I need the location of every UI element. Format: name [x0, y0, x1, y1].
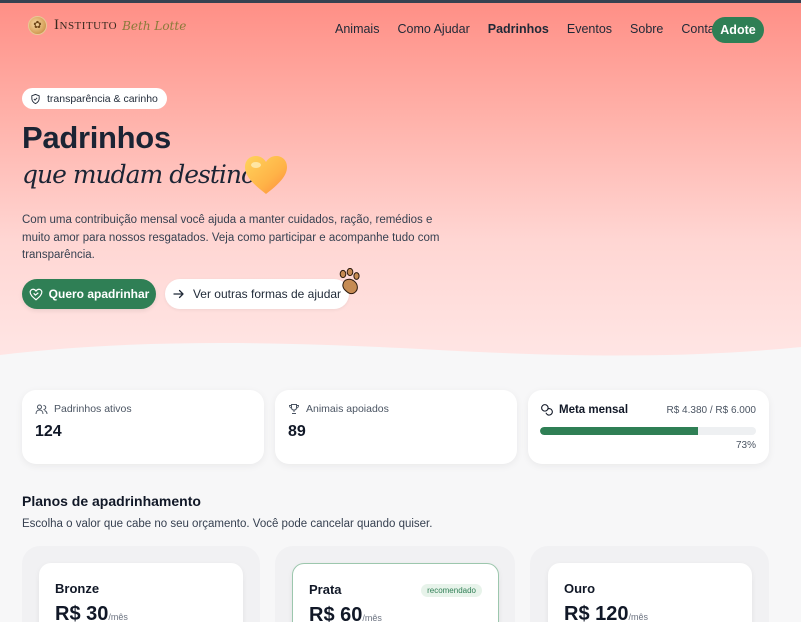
brand-emblem-icon: ✿: [28, 16, 47, 35]
plan-price-period: /mês: [362, 613, 382, 622]
nav-links: Animais Como Ajudar Padrinhos Eventos So…: [335, 22, 743, 36]
trophy-icon: [288, 404, 300, 414]
plan-price-value: R$ 30: [55, 603, 109, 622]
page-title: Padrinhos: [22, 120, 171, 155]
plan-name: Prata: [309, 582, 342, 597]
brand-name-script: Beth Lotte: [122, 18, 187, 33]
meta-label: Meta mensal: [559, 403, 629, 416]
hero-wave-divider: [0, 343, 801, 368]
pill-label: transparência & carinho: [47, 92, 158, 105]
quero-apadrinhar-button[interactable]: Quero apadrinhar: [22, 279, 156, 309]
transparency-pill: transparência & carinho: [22, 88, 167, 109]
stat-padrinhos-value: 124: [35, 423, 62, 440]
stat-card-padrinhos: Padrinhos ativos 124: [22, 390, 264, 464]
plan-price: R$ 60/mês: [309, 604, 382, 622]
stat-animais-value: 89: [288, 423, 306, 440]
heart-icon: [245, 156, 287, 194]
stat-card-animais: Animais apoiados 89: [275, 390, 517, 464]
plan-card-bronze[interactable]: Bronze R$ 30/mês: [39, 563, 243, 622]
stat-animais-label-row: Animais apoiados: [288, 403, 389, 415]
plan-name: Ouro: [564, 581, 596, 596]
nav-link-como-ajudar[interactable]: Como Ajudar: [397, 22, 469, 36]
plan-price-period: /mês: [628, 612, 649, 622]
adote-button[interactable]: Adote: [712, 17, 764, 43]
plan-price: R$ 30/mês: [55, 603, 128, 622]
stat-card-meta: Meta mensal R$ 4.380 / R$ 6.000 73%: [528, 390, 769, 464]
plan-price: R$ 120/mês: [564, 603, 648, 622]
plans-section-subtitle: Escolha o valor que cabe no seu orçament…: [22, 518, 433, 530]
main-nav: ✿ Instituto Beth Lotte Animais Como Ajud…: [0, 3, 801, 51]
meta-amount: R$ 4.380 / R$ 6.000: [666, 405, 756, 416]
ver-outras-formas-button[interactable]: Ver outras formas de ajudar: [165, 279, 349, 309]
meta-progress-bar: [540, 427, 756, 435]
recommended-badge: recomendado: [421, 584, 482, 597]
brand-name: Instituto: [54, 17, 118, 33]
page-subtitle: que mudam destinos: [22, 160, 268, 189]
users-icon: [35, 404, 48, 414]
nav-link-padrinhos[interactable]: Padrinhos: [488, 22, 549, 36]
stat-padrinhos-label: Padrinhos ativos: [54, 403, 132, 415]
meta-progress-fill: [540, 427, 698, 435]
meta-title-row: Meta mensal: [540, 403, 628, 416]
ver-outras-formas-label: Ver outras formas de ajudar: [192, 287, 342, 301]
hero-description: Com uma contribuição mensal você ajuda a…: [22, 214, 440, 261]
plan-card-prata[interactable]: Prata recomendado R$ 60/mês: [292, 563, 499, 622]
plan-price-value: R$ 120: [564, 603, 629, 622]
nav-link-animais[interactable]: Animais: [335, 22, 379, 36]
shield-check-icon: [31, 93, 40, 104]
nav-link-sobre[interactable]: Sobre: [630, 22, 663, 36]
plans-section-title: Planos de apadrinhamento: [22, 493, 201, 509]
coins-icon: [541, 404, 553, 416]
plan-card-ouro[interactable]: Ouro R$ 120/mês: [548, 563, 752, 622]
nav-link-eventos[interactable]: Eventos: [567, 22, 612, 36]
meta-percent: 73%: [735, 440, 756, 451]
brand-logo[interactable]: ✿ Instituto Beth Lotte: [28, 16, 186, 35]
heart-handshake-icon: [29, 288, 43, 301]
quero-apadrinhar-label: Quero apadrinhar: [48, 287, 150, 301]
stat-padrinhos-label-row: Padrinhos ativos: [35, 403, 132, 415]
plan-name: Bronze: [55, 581, 100, 596]
stat-animais-label: Animais apoiados: [306, 403, 389, 415]
paw-cursor-icon: [339, 268, 360, 295]
arrow-right-icon: [173, 289, 184, 299]
plan-price-value: R$ 60: [309, 604, 363, 622]
plan-price-period: /mês: [108, 612, 128, 622]
